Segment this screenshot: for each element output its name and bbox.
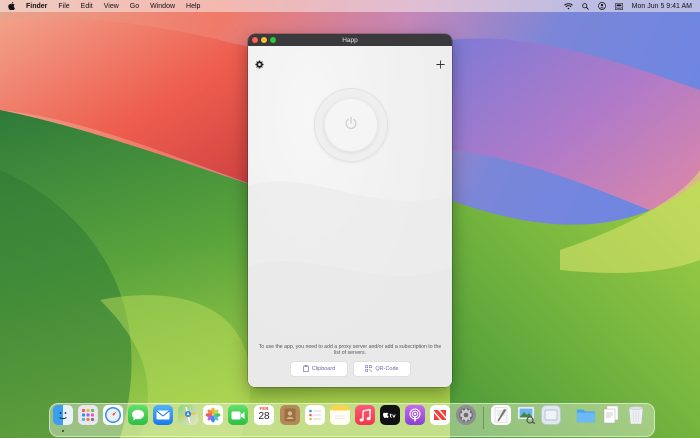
clock[interactable]: Mon Jun 5 9:41 AM: [632, 3, 692, 10]
power-button[interactable]: [324, 98, 378, 152]
qrcode-label: QR-Code: [375, 366, 399, 372]
control-center-icon[interactable]: [614, 2, 623, 10]
clipboard-label: Clipboard: [311, 366, 336, 372]
menu-help[interactable]: Help: [186, 3, 200, 10]
system-settings-icon[interactable]: [456, 405, 476, 425]
empty-state-hint: To use the app, you need to add a proxy …: [258, 344, 442, 356]
qrcode-button[interactable]: QR-Code: [353, 361, 411, 377]
window-content: To use the app, you need to add a proxy …: [248, 46, 452, 387]
facetime-icon[interactable]: [228, 405, 248, 425]
clipboard-icon: [302, 364, 309, 374]
user-account-icon[interactable]: [597, 2, 606, 10]
screen-sharing-icon[interactable]: [541, 405, 561, 425]
dock-separator: [483, 407, 484, 429]
clipboard-button[interactable]: Clipboard: [290, 361, 348, 377]
music-icon[interactable]: [355, 405, 375, 425]
search-icon[interactable]: [581, 2, 589, 10]
minimize-button[interactable]: [261, 37, 267, 43]
messages-icon[interactable]: [128, 405, 148, 425]
qrcode-icon: [365, 364, 373, 374]
textedit-icon[interactable]: [491, 405, 511, 425]
news-icon[interactable]: [430, 405, 450, 425]
podcasts-icon[interactable]: [405, 405, 425, 425]
launchpad-icon[interactable]: [78, 405, 98, 425]
photos-icon[interactable]: [203, 405, 223, 425]
calendar-icon[interactable]: FEB 28: [254, 405, 274, 425]
close-button[interactable]: [252, 37, 258, 43]
documents-stack-icon[interactable]: [601, 405, 621, 425]
contacts-icon[interactable]: [280, 405, 300, 425]
apple-logo-icon[interactable]: [8, 2, 16, 10]
window-titlebar[interactable]: Happ: [248, 34, 452, 46]
power-icon: [344, 116, 358, 135]
menu-view[interactable]: View: [104, 3, 119, 10]
settings-gear-icon[interactable]: [255, 56, 264, 69]
reminders-icon[interactable]: [305, 405, 325, 425]
finder-icon[interactable]: [53, 405, 73, 425]
menu-edit[interactable]: Edit: [81, 3, 93, 10]
wifi-icon[interactable]: [563, 2, 573, 10]
mail-icon[interactable]: [153, 405, 173, 425]
power-button-ring: [314, 88, 388, 162]
zoom-button[interactable]: [270, 37, 276, 43]
svg-text:tv: tv: [390, 414, 397, 420]
calendar-day: 28: [258, 411, 270, 422]
trash-icon[interactable]: [626, 405, 646, 425]
menu-file[interactable]: File: [58, 3, 69, 10]
happ-window: Happ To use the app, you need to add a p…: [248, 34, 452, 387]
menu-window[interactable]: Window: [150, 3, 175, 10]
safari-icon[interactable]: [103, 405, 123, 425]
maps-icon[interactable]: [178, 405, 198, 425]
menu-bar: Finder File Edit View Go Window Help Mon…: [0, 0, 700, 12]
menu-go[interactable]: Go: [130, 3, 139, 10]
menu-app-name[interactable]: Finder: [26, 3, 47, 10]
apple-tv-icon[interactable]: tv: [380, 405, 400, 425]
add-server-icon[interactable]: [436, 56, 445, 69]
notes-icon[interactable]: [330, 405, 350, 425]
finder-running-indicator: [62, 430, 64, 432]
folder-icon[interactable]: [576, 405, 596, 425]
window-title: Happ: [342, 36, 358, 44]
preview-icon[interactable]: [516, 405, 536, 425]
